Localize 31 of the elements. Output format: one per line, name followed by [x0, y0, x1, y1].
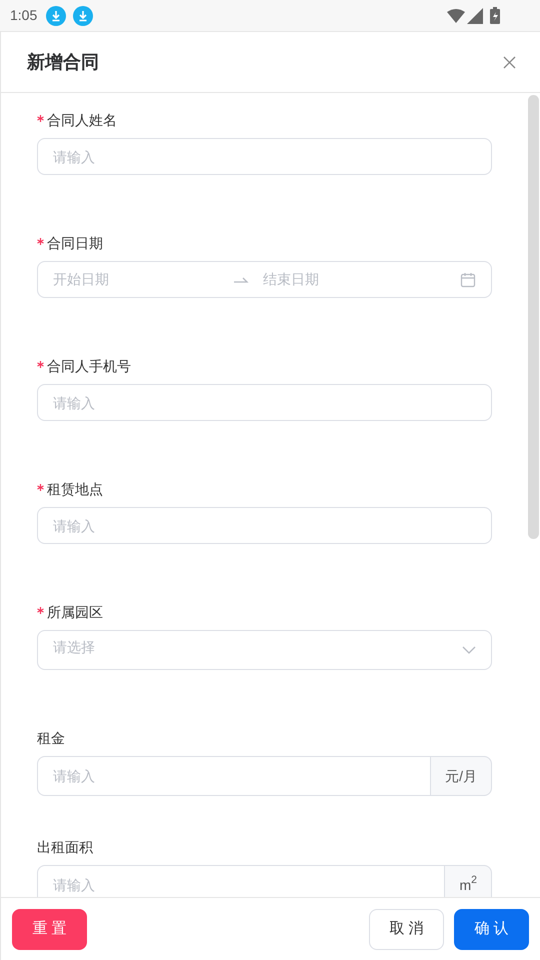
status-time: 1:05: [10, 6, 38, 25]
field-label: 合同人姓名: [47, 110, 117, 130]
field-label: 租金: [37, 728, 65, 748]
close-icon[interactable]: [503, 56, 516, 68]
end-date-placeholder: 结束日期: [263, 270, 320, 289]
date-range-field[interactable]: 开始日期 结束日期: [37, 261, 492, 298]
cancel-button[interactable]: 取 消: [369, 908, 444, 950]
field-label: 所属园区: [47, 602, 103, 622]
confirm-button[interactable]: 确 认: [454, 908, 529, 950]
select-field[interactable]: 请选择: [37, 630, 492, 670]
battery-icon: [490, 7, 500, 24]
field-label: 租赁地点: [47, 480, 103, 498]
field-label: 出租面积: [37, 838, 93, 856]
download-icon: [46, 6, 66, 26]
field-label: 合同日期: [47, 234, 103, 252]
signal-icon: [467, 8, 483, 24]
input-field[interactable]: 请输入: [37, 756, 430, 796]
start-date-placeholder: 开始日期: [53, 270, 110, 289]
download-icon: [73, 6, 94, 26]
calendar-icon: [460, 272, 476, 288]
input-field[interactable]: 请输入: [37, 384, 492, 421]
wifi-icon: [447, 8, 465, 22]
unit-label: 元/月: [430, 756, 492, 796]
reset-button[interactable]: 重 置: [12, 908, 87, 950]
field-label: 合同人手机号: [47, 356, 131, 376]
unit-label: m$^{2}$: [444, 865, 492, 897]
input-field[interactable]: 请输入: [37, 865, 444, 897]
input-field[interactable]: 请输入: [37, 138, 492, 175]
dialog-title: 新增合同: [27, 50, 100, 74]
input-field[interactable]: 请输入: [37, 507, 492, 544]
chevron-down-icon: [462, 646, 476, 654]
